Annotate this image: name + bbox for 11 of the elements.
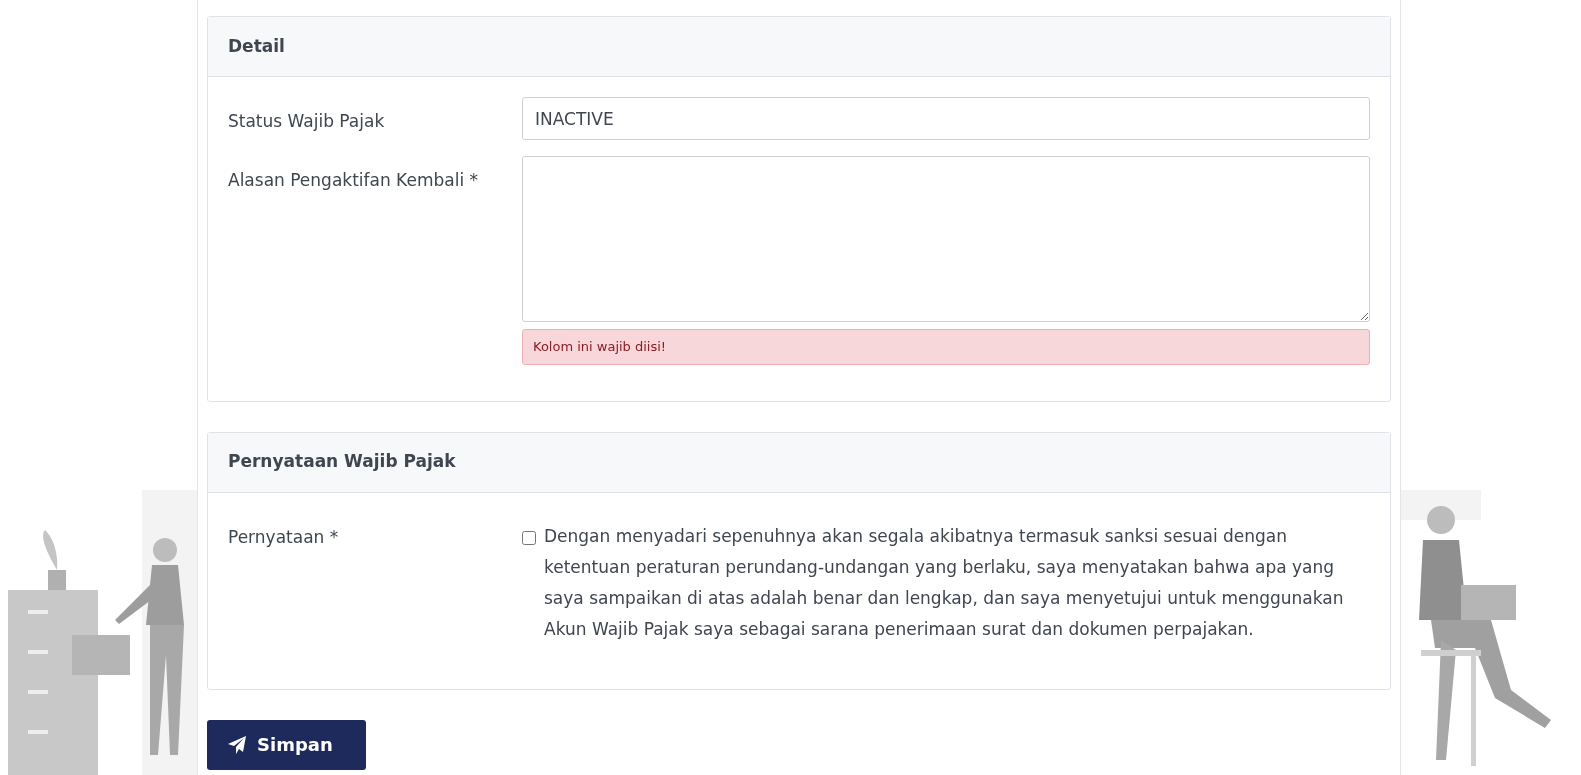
save-button[interactable]: Simpan (207, 719, 366, 770)
send-icon (227, 734, 247, 755)
input-field[interactable]: INACTIVE (522, 97, 1370, 140)
statement-text: Dengan menyadari sepenuhnya akan segala akibatnya termasuk sanksi sesuai dengan ketentuan peraturan perundang-undangan yang berlaku, saya menyatakan bahwa apa yang saya sampaikan di atas adalah benar dan lengkap, dan saya menyetujui untuk menggunakan Akun Wajib Pajak saya sebagai sarana penerimaan surat dan dokumen perpajakan. (544, 524, 1345, 641)
field-label: Alasan Pengaktifan Kembali * (228, 169, 479, 192)
checkbox[interactable] (522, 530, 536, 545)
panel-title: Pernyataan Wajib Pajak (208, 432, 1390, 493)
field-label: Status Wajib Pajak (228, 110, 386, 133)
panel-title: Detail (208, 17, 1390, 77)
field-label: Pernyataan * (228, 525, 340, 549)
error-message: Kolom ini wajib diisi! (522, 329, 1370, 365)
